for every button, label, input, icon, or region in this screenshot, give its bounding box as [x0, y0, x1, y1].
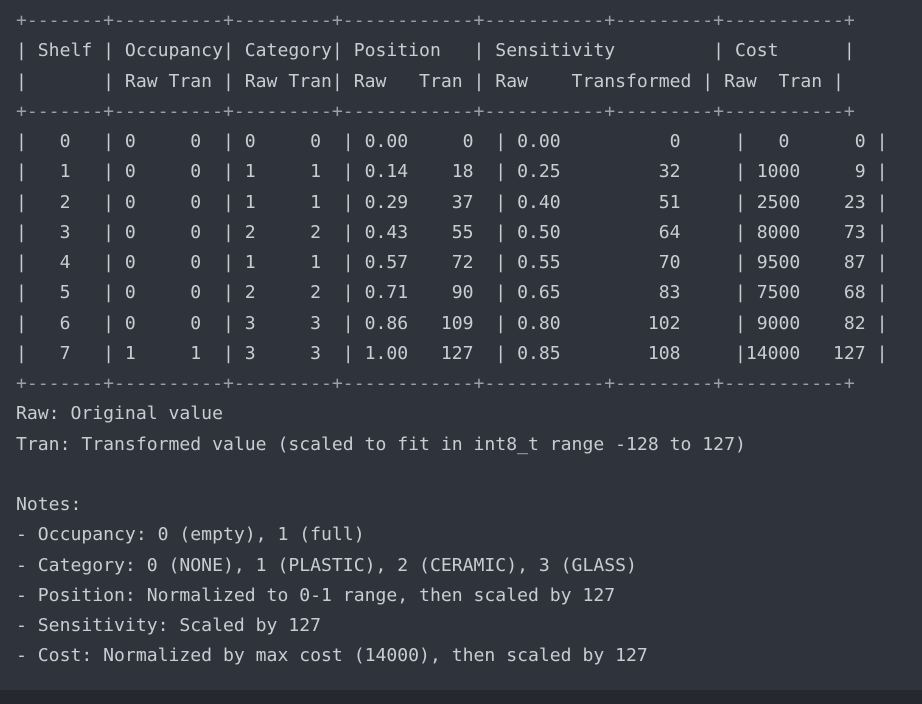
note-item: - Position: Normalized to 0-1 range, the… — [16, 584, 616, 606]
legend-tran: Tran: Transformed value (scaled to fit i… — [16, 433, 746, 455]
note-item: - Cost: Normalized by max cost (14000), … — [16, 645, 648, 667]
table-header-divider: +-------+----------+---------+----------… — [16, 100, 855, 122]
code-block: +-------+----------+---------+----------… — [0, 0, 922, 690]
notes-title: Notes: — [16, 494, 82, 515]
bottom-edge — [0, 690, 922, 704]
table-row: | 1 | 0 0 | 1 1 | 0.14 18 | 0.25 32 | 10… — [16, 161, 888, 183]
table-row: | 0 | 0 0 | 0 0 | 0.00 0 | 0.00 0 | 0 0 … — [16, 131, 888, 152]
table-header-row: | Shelf | Occupancy| Category| Position … — [16, 40, 855, 62]
note-item: - Occupancy: 0 (empty), 1 (full) — [16, 524, 365, 546]
table-row: | 5 | 0 0 | 2 2 | 0.71 90 | 0.65 83 | 75… — [16, 282, 888, 304]
note-item: - Category: 0 (NONE), 1 (PLASTIC), 2 (CE… — [16, 554, 637, 576]
table-row: | 7 | 1 1 | 3 3 | 1.00 127 | 0.85 108 |1… — [16, 342, 888, 364]
table-row: | 2 | 0 0 | 1 1 | 0.29 37 | 0.40 51 | 25… — [16, 191, 888, 213]
table-row: | 6 | 0 0 | 3 3 | 0.86 109 | 0.80 102 | … — [16, 312, 888, 334]
table-top-border: +-------+----------+---------+----------… — [16, 10, 855, 31]
table-bottom-border: +-------+----------+---------+----------… — [16, 373, 855, 394]
note-item: - Sensitivity: Scaled by 127 — [16, 615, 322, 636]
table-subheader-row: | | Raw Tran | Raw Tran| Raw Tran | Raw … — [16, 70, 844, 92]
table-row: | 4 | 0 0 | 1 1 | 0.57 72 | 0.55 70 | 95… — [16, 252, 888, 273]
legend-raw: Raw: Original value — [16, 403, 223, 425]
table-row: | 3 | 0 0 | 2 2 | 0.43 55 | 0.50 64 | 80… — [16, 221, 888, 243]
